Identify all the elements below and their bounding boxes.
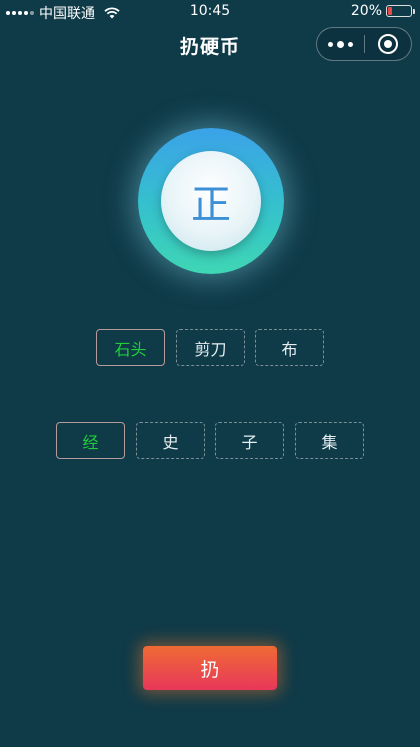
status-bar: 中国联通 10:45 20% [0,0,420,24]
option-zi[interactable]: 子 [215,422,284,459]
capsule-menu [316,27,412,61]
close-miniprogram-icon[interactable] [365,28,412,60]
option-scissors[interactable]: 剪刀 [176,329,245,366]
option-label: 子 [241,432,258,452]
option-rock[interactable]: 石头 [96,329,165,366]
battery-percent: 20% [350,3,382,19]
option-jing[interactable]: 经 [56,422,125,459]
option-label: 集 [321,432,338,452]
status-right: 20% [350,3,415,19]
coin-face: 正 [161,151,261,251]
throw-button[interactable]: 扔 [143,646,277,690]
battery-icon [386,5,415,17]
option-ji[interactable]: 集 [295,422,364,459]
option-label: 经 [82,432,99,452]
option-shi[interactable]: 史 [136,422,205,459]
coin-face-text: 正 [191,182,231,228]
option-paper[interactable]: 布 [255,329,324,366]
throw-button-label: 扔 [200,658,220,681]
coin: 正 [138,128,284,274]
more-icon[interactable] [317,28,364,60]
option-label: 布 [281,339,298,359]
option-label: 石头 [114,339,147,359]
option-label: 剪刀 [194,339,227,359]
battery-level [388,7,393,15]
option-label: 史 [162,432,179,452]
